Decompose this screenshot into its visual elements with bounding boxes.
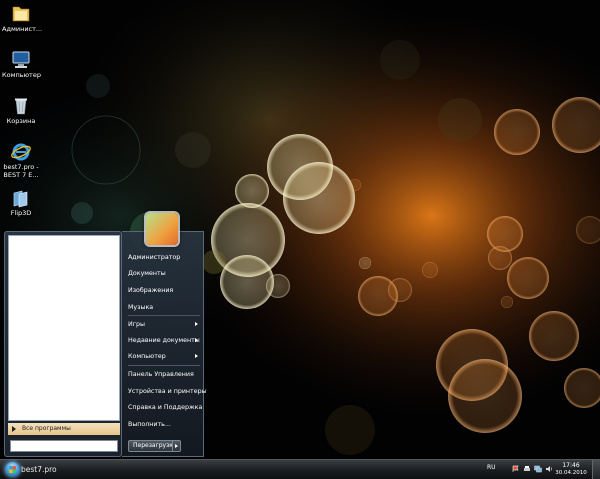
start-menu: Все программы Администратор Документы Из… — [4, 213, 207, 457]
flip3d-icon — [10, 188, 32, 208]
network-icon[interactable] — [534, 465, 542, 473]
start-menu-item-label: Документы — [128, 270, 166, 277]
desktop-icon-label: best7.pro - BEST 7 E... — [3, 163, 39, 179]
taskbar — [0, 459, 600, 479]
start-menu-item-games[interactable]: Игры — [128, 318, 204, 331]
desktop-icon-label: Компьютер — [2, 71, 41, 79]
start-menu-item-administrator[interactable]: Администратор — [128, 251, 204, 264]
start-menu-separator — [128, 365, 200, 366]
start-menu-item-label: Устройства и принтеры — [128, 388, 207, 395]
start-menu-item-label: Музыка — [128, 304, 154, 311]
start-menu-programs-list — [8, 235, 120, 421]
start-menu-left-pane: Все программы — [4, 231, 122, 457]
arrow-right-icon — [12, 426, 16, 432]
desktop-icon-label: Корзина — [6, 117, 36, 125]
clock-time[interactable]: 17:46 — [556, 462, 586, 469]
desktop-icon-recycle-bin[interactable]: Корзина — [2, 96, 40, 126]
volume-icon[interactable] — [545, 465, 553, 473]
printer-icon[interactable] — [523, 465, 531, 473]
show-desktop-button[interactable] — [592, 460, 600, 479]
start-menu-item-computer[interactable]: Компьютер — [128, 350, 204, 363]
start-menu-item-devices-printers[interactable]: Устройства и принтеры — [128, 385, 207, 398]
start-menu-item-label: Выполнить... — [128, 421, 171, 428]
computer-icon — [10, 50, 32, 70]
all-programs-button[interactable]: Все программы — [8, 423, 120, 435]
action-center-flag-icon[interactable] — [512, 465, 520, 473]
language-indicator[interactable]: RU — [487, 464, 496, 471]
submenu-arrow-icon — [195, 354, 198, 358]
start-menu-item-help-support[interactable]: Справка и Поддержка — [128, 401, 204, 414]
desktop-icon-computer[interactable]: Компьютер — [2, 50, 41, 80]
desktop-icon-administrator-folder[interactable]: Админист... — [2, 4, 43, 34]
desktop-icon-label: Админист... — [2, 25, 43, 33]
restart-button-label: Перезагрузка — [133, 442, 177, 449]
recycle-bin-icon — [10, 96, 32, 116]
start-menu-item-label: Недавние документы — [128, 337, 200, 344]
start-menu-item-run[interactable]: Выполнить... — [128, 418, 204, 431]
folder-icon — [10, 4, 32, 24]
start-menu-item-label: Изображения — [128, 287, 174, 294]
start-menu-item-label: Игры — [128, 321, 145, 328]
start-menu-item-recent-documents[interactable]: Недавние документы — [128, 334, 204, 347]
start-menu-separator — [128, 315, 200, 316]
submenu-arrow-icon — [195, 322, 198, 326]
start-menu-item-documents[interactable]: Документы — [128, 267, 204, 280]
start-menu-item-music[interactable]: Музыка — [128, 301, 204, 314]
user-picture[interactable] — [146, 213, 178, 245]
start-search-input[interactable] — [10, 440, 118, 452]
start-menu-item-label: Панель Управления — [128, 371, 194, 378]
internet-explorer-icon — [10, 142, 32, 162]
desktop-icon-best7-shortcut[interactable]: best7.pro - BEST 7 E... — [2, 142, 40, 179]
start-menu-item-label: Администратор — [128, 254, 181, 261]
desktop-icon-flip3d[interactable]: Flip3D — [2, 188, 40, 218]
clock-date[interactable]: 30.04.2010 — [554, 470, 588, 476]
desktop-icon-label: Flip3D — [10, 209, 32, 217]
taskbar-brand-text: best7.pro — [21, 465, 57, 474]
start-menu-item-control-panel[interactable]: Панель Управления — [128, 368, 204, 381]
shutdown-options-button[interactable] — [172, 440, 181, 452]
start-menu-item-label: Компьютер — [128, 353, 166, 360]
all-programs-label: Все программы — [22, 425, 71, 432]
start-menu-item-pictures[interactable]: Изображения — [128, 284, 204, 297]
start-menu-item-label: Справка и Поддержка — [128, 404, 203, 411]
submenu-arrow-icon — [195, 338, 198, 342]
start-button[interactable] — [5, 462, 20, 477]
